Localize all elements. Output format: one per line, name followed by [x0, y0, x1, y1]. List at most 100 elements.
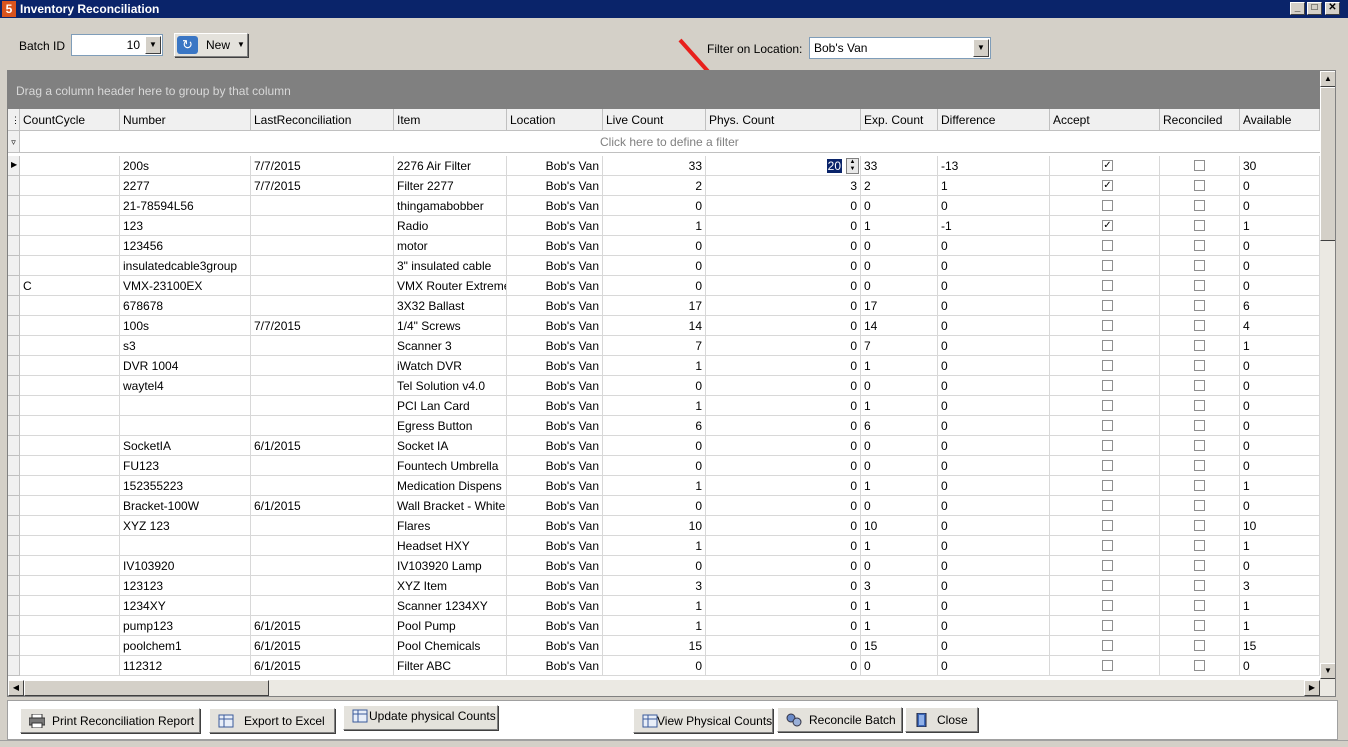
table-row[interactable]: Egress Button Bob's Van 6 0 6 0 0 [8, 416, 1320, 436]
filter-location-combo[interactable]: Bob's Van ▼ [809, 37, 991, 59]
cell-phys[interactable]: 0 [706, 316, 861, 336]
scroll-down-icon[interactable]: ▼ [1320, 663, 1335, 679]
reconciled-checkbox[interactable] [1194, 340, 1205, 351]
reconciled-checkbox[interactable] [1194, 560, 1205, 571]
cell-phys[interactable]: 0 [706, 456, 861, 476]
minimize-button[interactable]: _ [1290, 2, 1305, 15]
accept-checkbox[interactable] [1102, 620, 1113, 631]
accept-checkbox[interactable] [1102, 540, 1113, 551]
close-window-button[interactable]: ✕ [1325, 2, 1340, 15]
accept-checkbox[interactable] [1102, 500, 1113, 511]
reconciled-checkbox[interactable] [1194, 360, 1205, 371]
column-header-rec[interactable]: Reconciled [1160, 109, 1240, 131]
accept-checkbox[interactable] [1102, 340, 1113, 351]
chevron-down-icon[interactable]: ▼ [145, 36, 161, 54]
table-row[interactable]: PCI Lan Card Bob's Van 1 0 1 0 0 [8, 396, 1320, 416]
vertical-scrollbar[interactable]: ▲ ▼ [1320, 71, 1335, 680]
table-row[interactable]: 100s 7/7/2015 1/4" Screws Bob's Van 14 0 14 0 4 [8, 316, 1320, 336]
table-row[interactable]: IV103920 IV103920 Lamp Bob's Van 0 0 0 0 0 [8, 556, 1320, 576]
cell-phys[interactable]: 0 [706, 556, 861, 576]
cell-phys[interactable]: 20 ▲ ▼ [706, 156, 861, 176]
table-row[interactable]: SocketIA 6/1/2015 Socket IA Bob's Van 0 0 0 0 0 [8, 436, 1320, 456]
horizontal-scroll-thumb[interactable] [24, 680, 269, 696]
reconciled-checkbox[interactable] [1194, 660, 1205, 671]
table-row[interactable]: 678678 3X32 Ballast Bob's Van 17 0 17 0 6 [8, 296, 1320, 316]
table-row[interactable]: 112312 6/1/2015 Filter ABC Bob's Van 0 0 0 0 0 [8, 656, 1320, 676]
table-row[interactable]: Bracket-100W 6/1/2015 Wall Bracket - White… [8, 496, 1320, 516]
accept-checkbox[interactable]: ✓ [1102, 180, 1113, 191]
horizontal-scrollbar[interactable]: ◀ ▶ [8, 680, 1335, 696]
reconciled-checkbox[interactable] [1194, 400, 1205, 411]
column-header-avail[interactable]: Available [1240, 109, 1320, 131]
table-row[interactable]: 123123 XYZ Item Bob's Van 3 0 3 0 3 [8, 576, 1320, 596]
group-by-panel[interactable]: Drag a column header here to group by th… [8, 71, 1320, 109]
accept-checkbox[interactable] [1102, 280, 1113, 291]
cell-phys[interactable]: 0 [706, 536, 861, 556]
accept-checkbox[interactable] [1102, 440, 1113, 451]
reconciled-checkbox[interactable] [1194, 260, 1205, 271]
accept-checkbox[interactable] [1102, 580, 1113, 591]
view-physical-counts-button[interactable]: View Physical Counts [633, 708, 773, 733]
reconciled-checkbox[interactable] [1194, 580, 1205, 591]
column-header-diff[interactable]: Difference [938, 109, 1050, 131]
reconciled-checkbox[interactable] [1194, 540, 1205, 551]
reconciled-checkbox[interactable] [1194, 240, 1205, 251]
phys-count-editor-value[interactable]: 20 [826, 159, 842, 173]
cell-phys[interactable]: 0 [706, 396, 861, 416]
reconciled-checkbox[interactable] [1194, 640, 1205, 651]
new-batch-button[interactable]: ↻ New ▼ [174, 33, 248, 57]
vertical-scroll-thumb[interactable] [1320, 87, 1335, 241]
reconciled-checkbox[interactable] [1194, 460, 1205, 471]
column-header-item[interactable]: Item [394, 109, 507, 131]
scroll-right-icon[interactable]: ▶ [1304, 680, 1320, 696]
print-report-button[interactable]: Print Reconciliation Report [20, 708, 200, 733]
column-chooser-icon[interactable]: ⋮ [8, 109, 20, 131]
reconciled-checkbox[interactable] [1194, 320, 1205, 331]
cell-phys[interactable]: 0 [706, 256, 861, 276]
cell-phys[interactable]: 0 [706, 596, 861, 616]
scroll-left-icon[interactable]: ◀ [8, 680, 24, 696]
column-header-phys[interactable]: Phys. Count [706, 109, 861, 131]
accept-checkbox[interactable] [1102, 480, 1113, 491]
table-row[interactable]: waytel4 Tel Solution v4.0 Bob's Van 0 0 0 0 0 [8, 376, 1320, 396]
reconciled-checkbox[interactable] [1194, 200, 1205, 211]
table-row[interactable]: pump123 6/1/2015 Pool Pump Bob's Van 1 0 1 0 1 [8, 616, 1320, 636]
cell-phys[interactable]: 0 [706, 376, 861, 396]
cell-phys[interactable]: 3 [706, 176, 861, 196]
accept-checkbox[interactable]: ✓ [1102, 160, 1113, 171]
column-header-exp[interactable]: Exp. Count [861, 109, 938, 131]
accept-checkbox[interactable] [1102, 400, 1113, 411]
maximize-button[interactable]: □ [1307, 2, 1322, 15]
export-excel-button[interactable]: Export to Excel [209, 708, 335, 733]
reconciled-checkbox[interactable] [1194, 600, 1205, 611]
cell-phys[interactable]: 0 [706, 636, 861, 656]
table-row[interactable]: XYZ 123 Flares Bob's Van 10 0 10 0 10 [8, 516, 1320, 536]
reconciled-checkbox[interactable] [1194, 620, 1205, 631]
cell-phys[interactable]: 0 [706, 436, 861, 456]
batch-id-combo[interactable]: 10 ▼ [71, 34, 163, 56]
table-row[interactable]: 21-78594L56 thingamabobber Bob's Van 0 0 0 0 0 [8, 196, 1320, 216]
table-row[interactable]: C VMX-23100EX VMX Router Extreme Bob's Van 0… [8, 276, 1320, 296]
table-row[interactable]: insulatedcable3group 3" insulated cable Bo… [8, 256, 1320, 276]
cell-phys[interactable]: 0 [706, 656, 861, 676]
accept-checkbox[interactable] [1102, 300, 1113, 311]
scroll-up-icon[interactable]: ▲ [1320, 71, 1335, 87]
cell-phys[interactable]: 0 [706, 416, 861, 436]
accept-checkbox[interactable] [1102, 420, 1113, 431]
cell-phys[interactable]: 0 [706, 356, 861, 376]
cell-phys[interactable]: 0 [706, 476, 861, 496]
filter-row[interactable]: ▿ Click here to define a filter [8, 131, 1320, 153]
column-header-live[interactable]: Live Count [603, 109, 706, 131]
cell-phys[interactable]: 0 [706, 296, 861, 316]
reconciled-checkbox[interactable] [1194, 380, 1205, 391]
table-row[interactable]: 123456 motor Bob's Van 0 0 0 0 0 [8, 236, 1320, 256]
accept-checkbox[interactable]: ✓ [1102, 220, 1113, 231]
accept-checkbox[interactable] [1102, 560, 1113, 571]
accept-checkbox[interactable] [1102, 320, 1113, 331]
column-header-cc[interactable]: CountCycle [20, 109, 120, 131]
update-physical-counts-button[interactable]: Update physical Counts [343, 705, 498, 730]
reconciled-checkbox[interactable] [1194, 480, 1205, 491]
reconciled-checkbox[interactable] [1194, 500, 1205, 511]
accept-checkbox[interactable] [1102, 460, 1113, 471]
column-header-loc[interactable]: Location [507, 109, 603, 131]
